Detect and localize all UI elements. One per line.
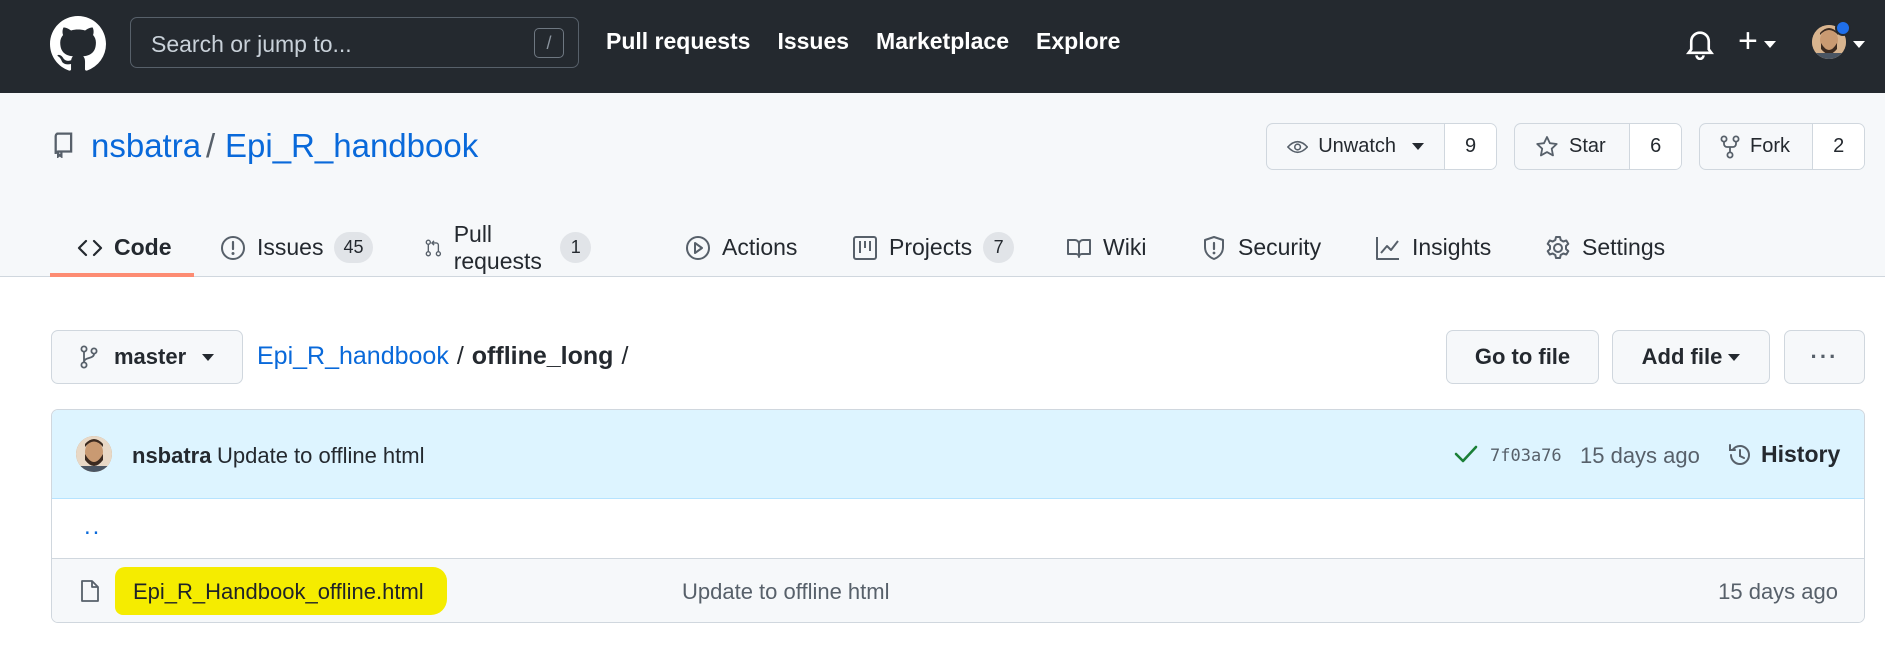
tab-code[interactable]: Code bbox=[77, 218, 172, 277]
commit-message-link[interactable]: Update to offline html bbox=[217, 443, 425, 469]
tab-settings-label: Settings bbox=[1582, 234, 1666, 260]
fork-icon bbox=[1720, 135, 1740, 158]
watch-button-group: Unwatch 9 bbox=[1266, 123, 1497, 170]
issue-icon bbox=[221, 235, 245, 260]
fork-count[interactable]: 2 bbox=[1812, 124, 1864, 169]
notifications-bell-icon[interactable] bbox=[1686, 28, 1714, 60]
nav-marketplace[interactable]: Marketplace bbox=[876, 28, 1009, 55]
commit-time: 15 days ago bbox=[1580, 443, 1700, 468]
nav-pull-requests[interactable]: Pull requests bbox=[606, 28, 750, 55]
notification-dot bbox=[1835, 20, 1851, 36]
active-tab-indicator bbox=[50, 273, 194, 277]
unwatch-label: Unwatch bbox=[1318, 135, 1396, 157]
nav-explore[interactable]: Explore bbox=[1036, 28, 1120, 55]
star-count[interactable]: 6 bbox=[1629, 124, 1681, 169]
file-commit-time: 15 days ago bbox=[1718, 579, 1838, 604]
history-icon bbox=[1729, 443, 1750, 465]
tab-issues-label: Issues bbox=[257, 234, 324, 260]
gear-icon bbox=[1546, 235, 1570, 259]
check-icon[interactable] bbox=[1454, 444, 1478, 464]
parent-directory-link[interactable]: .. bbox=[84, 513, 101, 541]
tab-security-label: Security bbox=[1238, 234, 1322, 260]
star-label: Star bbox=[1569, 135, 1606, 157]
commit-sha-link[interactable]: 7f03a76 bbox=[1490, 446, 1562, 466]
breadcrumb-root-link[interactable]: Epi_R_handbook bbox=[257, 342, 449, 370]
issues-count-badge: 45 bbox=[334, 232, 373, 263]
github-logo-icon[interactable] bbox=[50, 16, 106, 72]
file-list-box: nsbatra Update to offline html 7f03a76 1… bbox=[51, 409, 1865, 623]
tab-wiki-label: Wiki bbox=[1103, 234, 1147, 260]
go-to-file-button[interactable]: Go to file bbox=[1446, 330, 1599, 384]
tab-security[interactable]: Security bbox=[1201, 218, 1321, 277]
tab-insights-label: Insights bbox=[1412, 234, 1492, 260]
star-button-group: Star 6 bbox=[1514, 123, 1682, 170]
file-name-link[interactable]: Epi_R_Handbook_offline.html bbox=[133, 579, 424, 605]
breadcrumb-current: offline_long bbox=[471, 342, 614, 370]
tab-settings[interactable]: Settings bbox=[1545, 218, 1665, 277]
create-new-caret-icon[interactable] bbox=[1764, 41, 1776, 48]
tab-insights[interactable]: Insights bbox=[1375, 218, 1491, 277]
star-icon bbox=[1536, 135, 1558, 156]
tab-actions[interactable]: Actions bbox=[685, 218, 797, 277]
git-branch-icon bbox=[80, 345, 98, 369]
breadcrumb: Epi_R_handbook / offline_long / bbox=[257, 342, 636, 371]
watch-caret-icon bbox=[1412, 143, 1424, 150]
parent-directory-row[interactable]: .. bbox=[52, 499, 1864, 559]
branch-select-button[interactable]: master bbox=[51, 330, 243, 384]
tab-projects-label: Projects bbox=[889, 234, 973, 260]
global-nav: Pull requests Issues Marketplace Explore bbox=[606, 28, 1120, 55]
repo-path-separator: / bbox=[206, 127, 216, 164]
global-header: Search or jump to... / Pull requests Iss… bbox=[0, 0, 1885, 93]
tab-wiki[interactable]: Wiki bbox=[1066, 218, 1146, 277]
search-shortcut-key: / bbox=[534, 28, 564, 58]
fork-button-group: Fork 2 bbox=[1699, 123, 1865, 170]
history-label: History bbox=[1761, 441, 1841, 467]
add-file-caret-icon bbox=[1728, 353, 1741, 361]
add-file-label: Add file bbox=[1641, 344, 1723, 369]
tab-code-label: Code bbox=[114, 234, 172, 260]
fork-button[interactable]: Fork bbox=[1700, 124, 1812, 169]
fork-label: Fork bbox=[1750, 135, 1790, 157]
branch-name: master bbox=[114, 344, 187, 369]
breadcrumb-separator: / bbox=[456, 342, 464, 370]
tab-projects[interactable]: Projects 7 bbox=[852, 218, 1015, 277]
shield-icon bbox=[1204, 235, 1224, 260]
search-input[interactable]: Search or jump to... / bbox=[130, 17, 579, 68]
star-button[interactable]: Star bbox=[1515, 124, 1629, 169]
search-placeholder: Search or jump to... bbox=[151, 31, 352, 57]
more-options-button[interactable]: ··· bbox=[1784, 330, 1865, 384]
code-icon bbox=[77, 239, 103, 256]
graph-icon bbox=[1376, 236, 1399, 260]
user-menu-caret-icon[interactable] bbox=[1853, 41, 1865, 48]
create-new-icon[interactable]: + bbox=[1738, 24, 1758, 58]
file-icon bbox=[81, 580, 99, 602]
file-row[interactable]: Epi_R_Handbook_offline.html Update to of… bbox=[52, 559, 1864, 622]
file-commit-message-link[interactable]: Update to offline html bbox=[682, 579, 890, 605]
add-file-button[interactable]: Add file bbox=[1612, 330, 1770, 384]
book-icon bbox=[1067, 238, 1091, 258]
latest-commit-bar: nsbatra Update to offline html 7f03a76 1… bbox=[52, 410, 1864, 499]
pull-request-icon bbox=[425, 239, 442, 256]
commit-author-avatar[interactable] bbox=[76, 436, 112, 472]
repo-name-link[interactable]: Epi_R_handbook bbox=[225, 127, 478, 165]
pulls-count-badge: 1 bbox=[560, 232, 592, 263]
nav-issues[interactable]: Issues bbox=[777, 28, 849, 55]
unwatch-button[interactable]: Unwatch bbox=[1267, 124, 1444, 169]
play-icon bbox=[686, 235, 710, 260]
repo-owner-link[interactable]: nsbatra bbox=[91, 127, 201, 165]
history-link[interactable]: History bbox=[1727, 441, 1840, 468]
breadcrumb-trailing-separator: / bbox=[621, 342, 629, 370]
eye-icon bbox=[1287, 140, 1309, 153]
projects-count-badge: 7 bbox=[983, 232, 1015, 263]
commit-author-link[interactable]: nsbatra bbox=[132, 443, 211, 469]
branch-caret-icon bbox=[202, 353, 215, 361]
watch-count[interactable]: 9 bbox=[1444, 124, 1496, 169]
tab-issues[interactable]: Issues 45 bbox=[220, 218, 373, 277]
tab-pull-requests-label: Pull requests bbox=[453, 220, 542, 274]
repo-icon bbox=[54, 132, 73, 158]
tab-actions-label: Actions bbox=[722, 234, 798, 260]
project-icon bbox=[853, 235, 877, 260]
tab-pull-requests[interactable]: Pull requests 1 bbox=[424, 218, 592, 277]
